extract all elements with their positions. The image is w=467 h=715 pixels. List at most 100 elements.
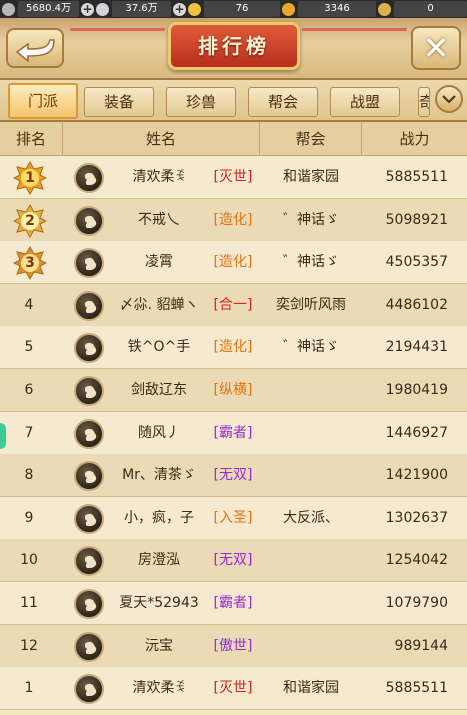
- fist-icon: [85, 258, 97, 271]
- power-value: 1302637: [385, 509, 448, 526]
- add-currency-button[interactable]: +: [81, 2, 94, 16]
- gold-bag-icon: [282, 2, 295, 16]
- guild-name: [260, 582, 362, 624]
- fist-icon: [85, 428, 97, 441]
- sect-label: [纵横]: [213, 382, 253, 398]
- sect-label: [造化]: [213, 211, 253, 228]
- player-name: Mr、清茶ゞ: [122, 467, 196, 484]
- sect-label: [霸者]: [213, 424, 253, 441]
- token-coin-icon: [378, 2, 391, 16]
- player-name: 随风丿: [138, 424, 180, 441]
- table-row[interactable]: 9 小，疯，子 [入圣] 大反派、 1302637: [0, 496, 467, 540]
- sect-label: [合一]: [213, 296, 253, 313]
- rank-medal-icon: 2: [13, 203, 47, 238]
- sect-label: [无双]: [213, 552, 253, 569]
- back-button[interactable]: [6, 28, 64, 68]
- table-row[interactable]: 8 Mr、清茶ゞ [无双] 1421900: [0, 454, 467, 498]
- currency-value: 76: [204, 1, 280, 17]
- table-row[interactable]: 1 清欢柔ꉂ [灭世] 和谐家园 5885511: [0, 667, 467, 711]
- guild-name: [260, 369, 362, 411]
- table-row[interactable]: 1 清欢柔ꉂ [灭世] 和谐家园 5885511: [0, 156, 467, 199]
- page-title: 排行榜: [198, 34, 270, 58]
- currency-value: 5680.4万: [18, 1, 79, 17]
- table-row[interactable]: 6 剑敌辽东 [纵横] 1980419: [0, 369, 467, 412]
- tab-guild[interactable]: 帮会: [248, 87, 318, 117]
- power-value: 5098921: [385, 211, 448, 228]
- player-name: 清欢柔ꉂ: [132, 169, 186, 185]
- rank-cell: 5: [24, 339, 34, 356]
- fist-icon: [85, 598, 97, 611]
- tab-pet[interactable]: 珍兽: [166, 87, 236, 117]
- table-row[interactable]: 11 夏天*52943 [霸者] 1079790: [0, 582, 467, 625]
- power-value: 1079790: [385, 595, 448, 611]
- currency-gold-ingot: 76: [188, 1, 280, 17]
- guild-name: ゛神话ゞ: [283, 339, 339, 356]
- expand-tabs-button[interactable]: [435, 85, 463, 113]
- rank-number: 2: [25, 212, 35, 229]
- power-value: 4486102: [385, 296, 448, 313]
- header-ribbon-right: [302, 28, 407, 31]
- rank-medal-icon: 1: [13, 161, 47, 195]
- rank-cell: 11: [20, 595, 38, 611]
- category-tabs: 门派 装备 珍兽 帮会 战盟 奇: [0, 80, 467, 122]
- currency-silver-ingot: 37.6万 +: [96, 1, 186, 17]
- sect-label: [灭世]: [213, 680, 253, 697]
- tab-more-partial[interactable]: 奇: [418, 87, 430, 117]
- power-value: 1446927: [385, 424, 448, 441]
- table-row[interactable]: 10 房澄泓 [无双] 1254042: [0, 539, 467, 583]
- currency-bar: 5680.4万 +37.6万 +76 3346 0: [0, 0, 467, 18]
- column-guild: 帮会: [260, 122, 362, 156]
- player-name: 铁^O^手: [127, 339, 191, 356]
- rank-cell: 1: [24, 680, 34, 697]
- tab-equipment[interactable]: 装备: [84, 87, 154, 117]
- column-name: 姓名: [63, 122, 260, 156]
- player-name: 沅宝: [145, 637, 173, 654]
- power-value: 989144: [394, 637, 448, 654]
- sect-label: [无双]: [213, 467, 253, 484]
- currency-value: 3346: [298, 1, 376, 17]
- tab-alliance[interactable]: 战盟: [330, 87, 400, 117]
- rank-cell: 8: [24, 467, 34, 484]
- fist-icon: [85, 172, 97, 185]
- fist-icon: [85, 385, 97, 398]
- fist-icon: [85, 684, 97, 697]
- rank-cell: 7: [24, 424, 34, 441]
- close-button[interactable]: ✕: [411, 26, 461, 70]
- table-row[interactable]: 7 随风丿 [霸者] 1446927: [0, 411, 467, 455]
- sect-label: [入圣]: [213, 509, 253, 526]
- fist-icon: [85, 513, 97, 526]
- guild-name: [260, 539, 362, 581]
- table-row[interactable]: 2 不戒乀 [造化] ゛神话ゞ 5098921: [0, 198, 467, 242]
- fist-icon: [85, 556, 97, 569]
- tab-sect[interactable]: 门派: [8, 83, 78, 119]
- player-name: 〆尛. 貂蝉ヽ: [119, 296, 199, 313]
- guild-name: ゛神话ゞ: [283, 254, 339, 271]
- power-value: 1980419: [385, 382, 448, 398]
- player-name: 小，疯，子: [124, 509, 194, 526]
- player-name: 房澄泓: [138, 552, 180, 569]
- page-title-plate: 排行榜: [168, 22, 300, 70]
- sect-label: [造化]: [213, 339, 253, 356]
- table-row[interactable]: 3 凌霄 [造化] ゛神话ゞ 4505357: [0, 241, 467, 285]
- side-tab-handle[interactable]: [0, 423, 6, 449]
- table-row[interactable]: 12 沅宝 [傲世] 989144: [0, 624, 467, 668]
- add-currency-button[interactable]: +: [173, 2, 186, 16]
- table-header: 排名 姓名 帮会 战力: [0, 122, 467, 156]
- player-name: 清欢柔ꉂ: [132, 680, 186, 697]
- tab-label: 门派: [27, 92, 58, 110]
- player-name: 凌霄: [145, 254, 173, 271]
- table-row[interactable]: 5 铁^O^手 [造化] ゛神话ゞ 2194431: [0, 326, 467, 370]
- header: 排行榜 ✕: [0, 18, 467, 80]
- gold-ingot-icon: [188, 2, 201, 16]
- rank-cell: 9: [24, 509, 34, 526]
- power-value: 1254042: [385, 552, 448, 569]
- column-power: 战力: [399, 130, 430, 148]
- table-row[interactable]: 4 〆尛. 貂蝉ヽ [合一] 奕剑听风雨 4486102: [0, 283, 467, 327]
- currency-token-coin: 0: [378, 1, 467, 17]
- close-icon: ✕: [422, 29, 450, 67]
- rank-number: 3: [25, 255, 35, 272]
- rank-cell: 10: [20, 552, 38, 569]
- rank-cell: 12: [20, 637, 38, 654]
- power-value: 1421900: [385, 467, 448, 484]
- tab-label: 帮会: [267, 93, 298, 111]
